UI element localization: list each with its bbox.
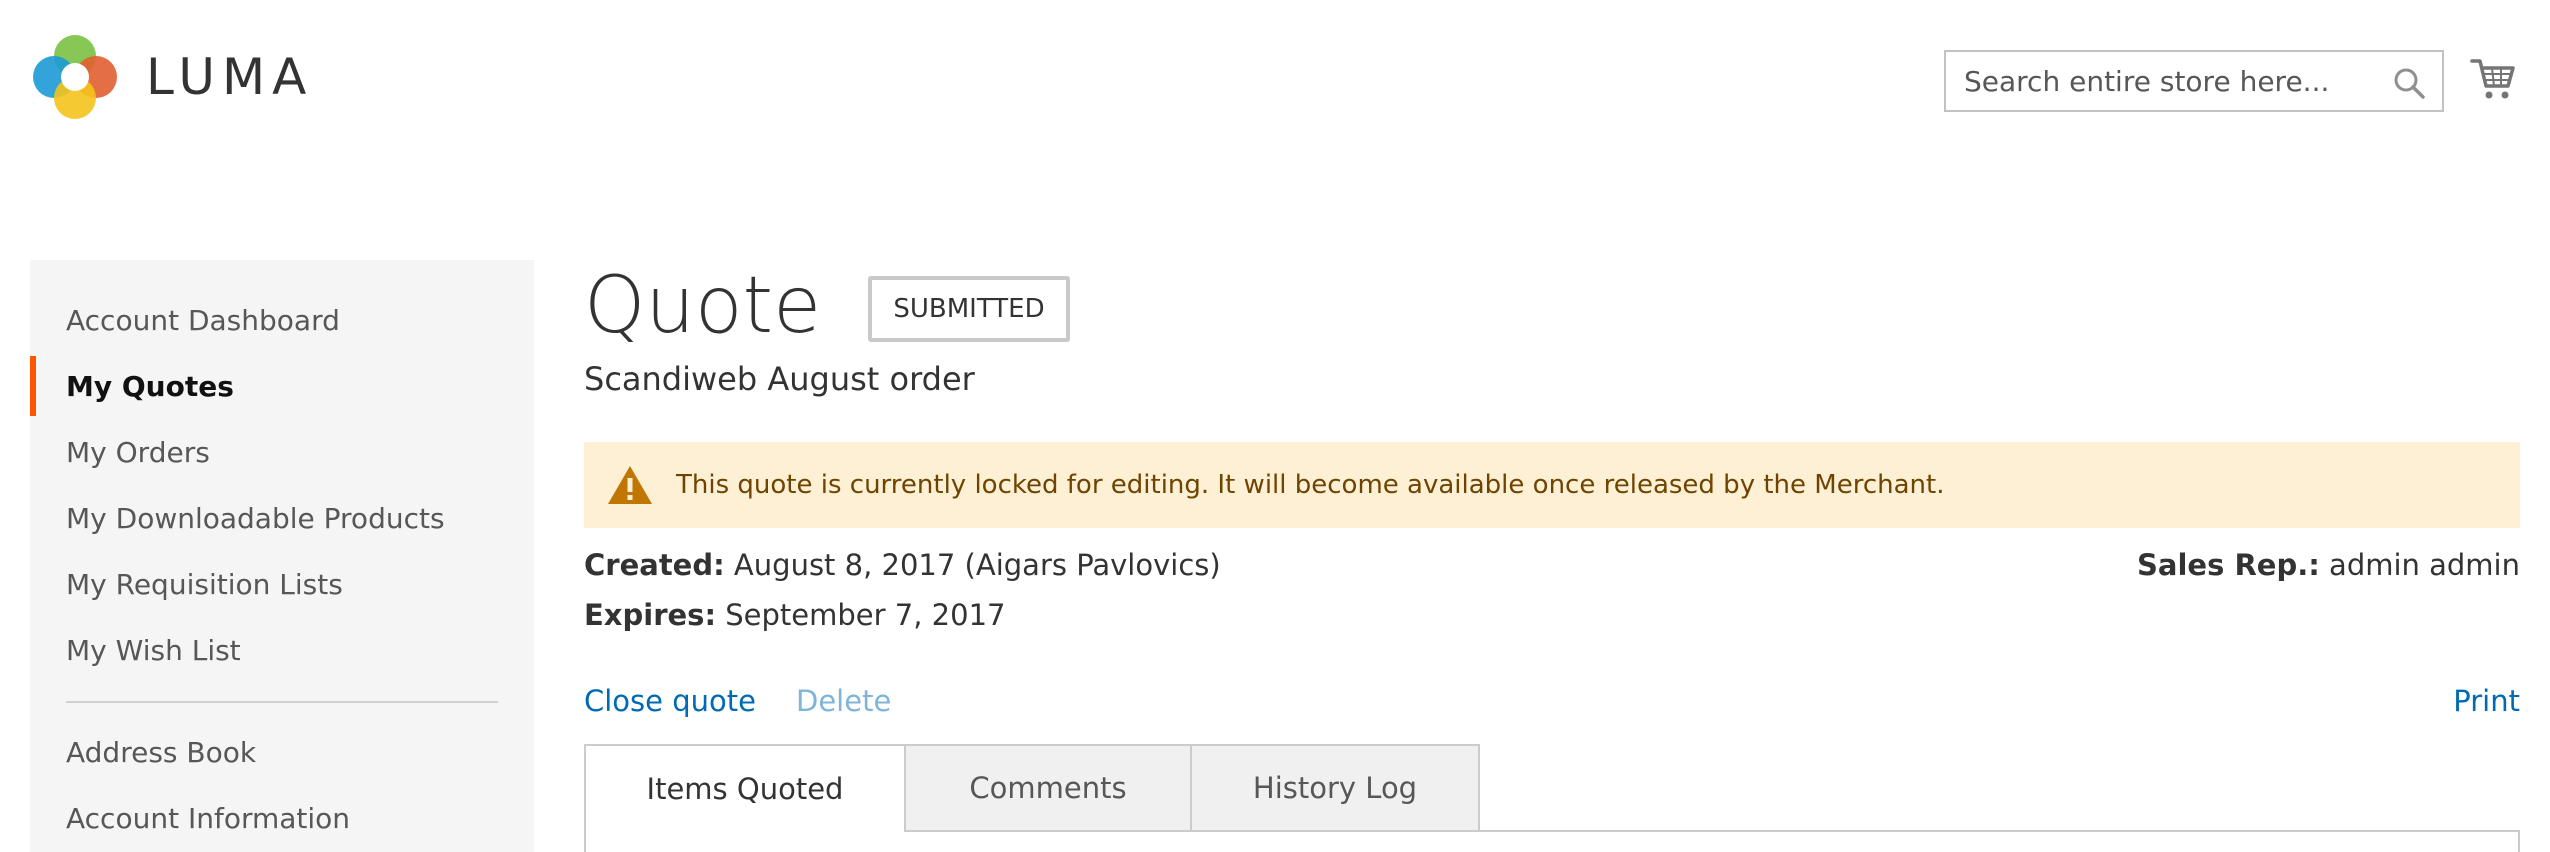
sales-rep-info: Sales Rep.: admin admin: [2137, 548, 2520, 582]
status-badge: SUBMITTED: [868, 276, 1070, 342]
sales-rep-value: admin admin: [2319, 548, 2520, 582]
sidebar-divider: [66, 701, 498, 703]
created-value: August 8, 2017 (Aigars Pavlovics): [724, 548, 1221, 582]
cart-icon[interactable]: [2470, 56, 2516, 102]
store-logo[interactable]: LUMA: [30, 32, 313, 122]
quote-name: Scandiweb August order: [584, 360, 975, 398]
warning-icon: [608, 466, 652, 504]
sidebar-item-my-wish-list[interactable]: My Wish List: [30, 620, 534, 680]
sidebar-item-my-requisition-lists[interactable]: My Requisition Lists: [30, 554, 534, 614]
tab-comments[interactable]: Comments: [904, 744, 1192, 830]
quote-tabs: Items Quoted Comments History Log: [584, 744, 2520, 852]
luma-logo-icon: [33, 35, 117, 119]
delete-link[interactable]: Delete: [796, 684, 891, 718]
created-info: Created: August 8, 2017 (Aigars Pavlovic…: [584, 548, 1221, 582]
tab-content-panel: [584, 830, 2520, 852]
print-link[interactable]: Print: [2453, 684, 2520, 718]
sidebar-item-my-quotes[interactable]: My Quotes: [30, 356, 534, 416]
page-title: Quote: [584, 261, 822, 351]
sidebar-item-my-orders[interactable]: My Orders: [30, 422, 534, 482]
sidebar-item-account-information[interactable]: Account Information: [30, 788, 534, 848]
search-icon[interactable]: [2392, 66, 2426, 100]
expires-info: Expires: September 7, 2017: [584, 598, 1005, 632]
tab-history-log[interactable]: History Log: [1190, 744, 1480, 830]
sidebar-item-my-downloadable-products[interactable]: My Downloadable Products: [30, 488, 534, 548]
created-label: Created:: [584, 548, 725, 582]
notice-message: This quote is currently locked for editi…: [676, 470, 1945, 500]
search-box: [1944, 50, 2444, 112]
logo-text: LUMA: [146, 48, 314, 106]
tab-items-quoted[interactable]: Items Quoted: [584, 744, 906, 832]
expires-label: Expires:: [584, 598, 717, 632]
expires-value: September 7, 2017: [716, 598, 1006, 632]
account-sidebar: Account Dashboard My Quotes My Orders My…: [30, 260, 534, 852]
search-input[interactable]: [1946, 52, 2366, 110]
sales-rep-label: Sales Rep.:: [2137, 548, 2320, 582]
close-quote-link[interactable]: Close quote: [584, 684, 756, 718]
locked-notice: This quote is currently locked for editi…: [584, 442, 2520, 528]
sidebar-item-address-book[interactable]: Address Book: [30, 722, 534, 782]
sidebar-item-account-dashboard[interactable]: Account Dashboard: [30, 290, 534, 350]
